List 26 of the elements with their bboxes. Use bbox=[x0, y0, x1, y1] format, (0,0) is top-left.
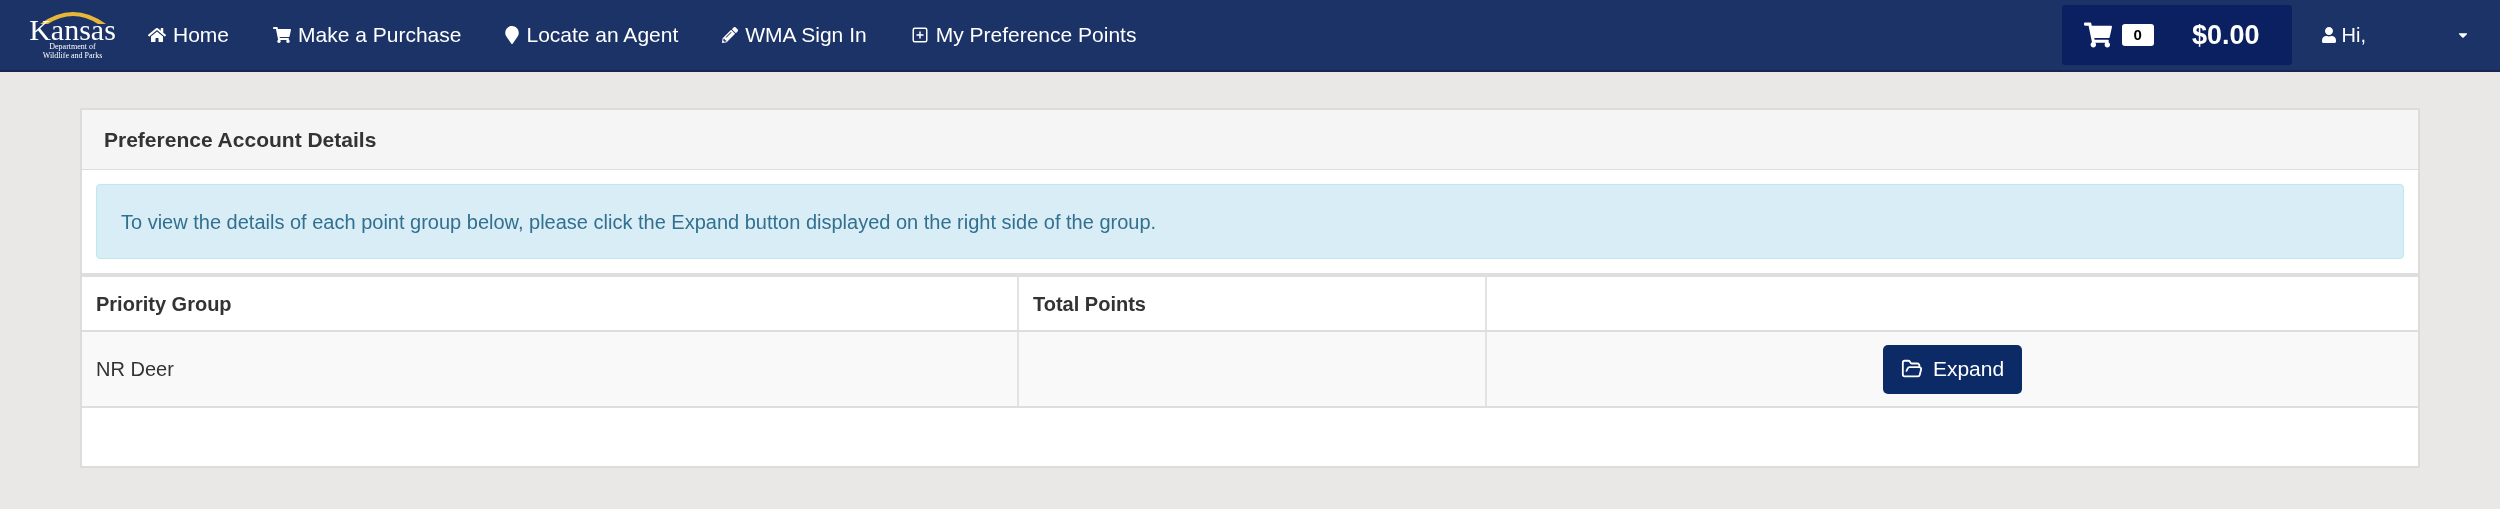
nav-link[interactable]: Home bbox=[148, 19, 230, 51]
nav-link[interactable]: Locate an Agent bbox=[505, 19, 679, 51]
logo-subtitle: Department of bbox=[49, 42, 96, 51]
panel-title: Preference Account Details bbox=[104, 126, 377, 153]
column-header: Priority Group bbox=[82, 277, 1019, 330]
cart-summary[interactable]: 0 $0.00 bbox=[2061, 5, 2292, 65]
nav-link[interactable]: WMA Sign In bbox=[722, 19, 867, 51]
folder-icon bbox=[1900, 358, 1923, 380]
expand-button[interactable]: Expand bbox=[1882, 344, 2023, 394]
nav-link[interactable]: My Preference Points bbox=[910, 19, 1137, 51]
user-icon bbox=[2321, 27, 2336, 43]
cart-count-badge: 0 bbox=[2121, 24, 2154, 46]
nav-link[interactable]: Make a Purchase bbox=[273, 19, 462, 51]
logo-wordmark: Kansas bbox=[29, 18, 116, 42]
alert-text: To view the details of each point group below, please click the Expand button displayed on the right side of the group. bbox=[121, 209, 1157, 235]
cart-icon bbox=[2083, 22, 2112, 48]
cart-icon bbox=[273, 26, 292, 44]
plus-square-icon bbox=[910, 26, 929, 44]
user-greeting[interactable]: Hi, bbox=[2341, 20, 2366, 50]
logo-subtitle: Wildlife and Parks bbox=[42, 51, 103, 60]
home-icon bbox=[148, 26, 166, 44]
pencil-icon bbox=[722, 27, 739, 43]
cart-total: $0.00 bbox=[2191, 18, 2260, 52]
map-pin-icon bbox=[505, 26, 520, 44]
column-header: Total Points bbox=[1019, 277, 1487, 330]
table-cell: NR Deer bbox=[82, 332, 1019, 406]
